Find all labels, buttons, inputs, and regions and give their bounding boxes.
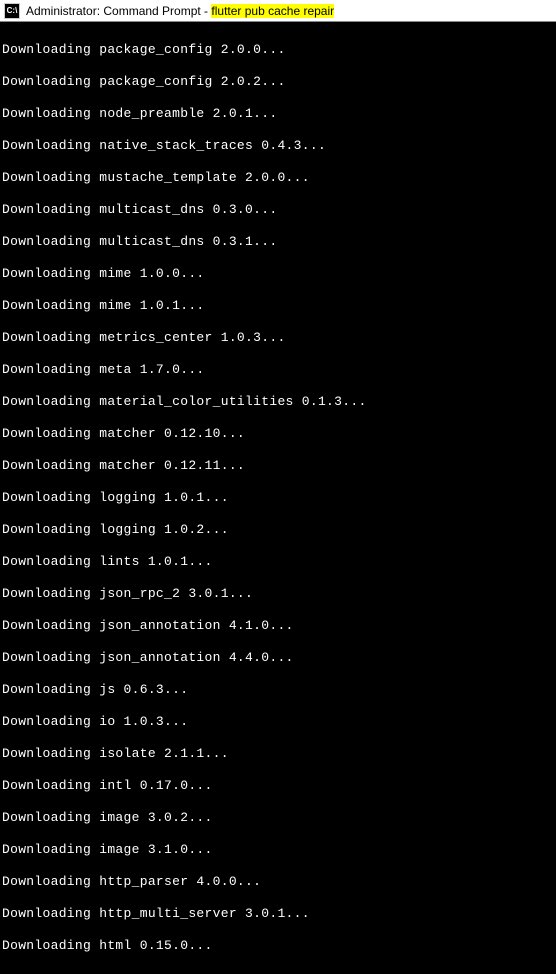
terminal-line: Downloading json_rpc_2 3.0.1... (2, 586, 554, 602)
terminal-line: Downloading package_config 2.0.0... (2, 42, 554, 58)
terminal-line: Downloading http_parser 4.0.0... (2, 874, 554, 890)
title-bar: C:\ Administrator: Command Prompt - flut… (0, 0, 556, 22)
title-command: flutter pub cache repair (211, 4, 334, 18)
terminal-line: Downloading matcher 0.12.11... (2, 458, 554, 474)
terminal-line: Downloading image 3.1.0... (2, 842, 554, 858)
terminal-line: Downloading mime 1.0.0... (2, 266, 554, 282)
terminal-line: Downloading node_preamble 2.0.1... (2, 106, 554, 122)
terminal-line: Downloading logging 1.0.2... (2, 522, 554, 538)
terminal-line: Downloading isolate 2.1.1... (2, 746, 554, 762)
terminal-line: Downloading html 0.15.0... (2, 938, 554, 954)
terminal-output[interactable]: Downloading package_config 2.0.0... Down… (0, 22, 556, 974)
terminal-line: Downloading lints 1.0.1... (2, 554, 554, 570)
terminal-line: Downloading logging 1.0.1... (2, 490, 554, 506)
terminal-line: Downloading package_config 2.0.2... (2, 74, 554, 90)
terminal-line: Downloading meta 1.7.0... (2, 362, 554, 378)
terminal-line: Downloading json_annotation 4.1.0... (2, 618, 554, 634)
terminal-line: Downloading json_annotation 4.4.0... (2, 650, 554, 666)
cmd-icon: C:\ (4, 3, 20, 19)
terminal-line: Downloading multicast_dns 0.3.1... (2, 234, 554, 250)
terminal-line: Downloading native_stack_traces 0.4.3... (2, 138, 554, 154)
terminal-line: Downloading matcher 0.12.10... (2, 426, 554, 442)
terminal-line: Downloading mustache_template 2.0.0... (2, 170, 554, 186)
terminal-line: Downloading intl 0.17.0... (2, 778, 554, 794)
terminal-line: Downloading material_color_utilities 0.1… (2, 394, 554, 410)
terminal-line: Downloading multicast_dns 0.3.0... (2, 202, 554, 218)
terminal-line: Downloading mime 1.0.1... (2, 298, 554, 314)
terminal-line: Downloading js 0.6.3... (2, 682, 554, 698)
terminal-line: Downloading metrics_center 1.0.3... (2, 330, 554, 346)
terminal-line: Downloading http_multi_server 3.0.1... (2, 906, 554, 922)
title-prefix: Administrator: Command Prompt - (26, 4, 211, 18)
terminal-line: Downloading io 1.0.3... (2, 714, 554, 730)
terminal-line: Downloading image 3.0.2... (2, 810, 554, 826)
window-title: Administrator: Command Prompt - flutter … (26, 4, 334, 18)
